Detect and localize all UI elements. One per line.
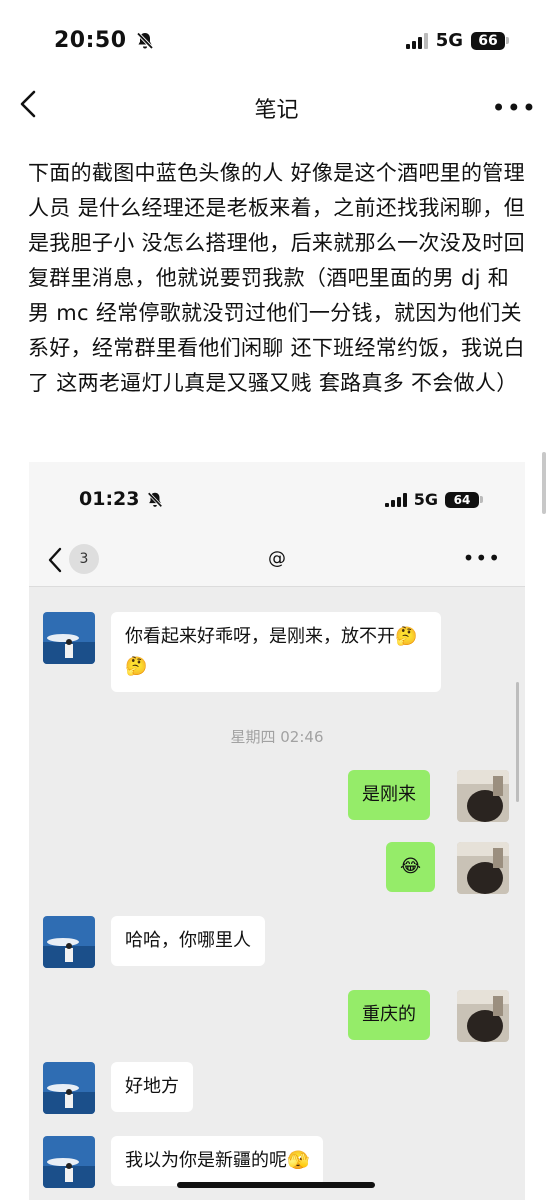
battery-icon: 66 (471, 31, 509, 50)
home-indicator[interactable] (177, 1182, 375, 1188)
chat-timestamp: 星期四 02:46 (230, 728, 324, 746)
battery-icon: 64 (445, 491, 483, 508)
embedded-chat-screenshot: 01:23 5G 64 3 @ ••• 你看起来好乖呀，是刚来，放不开🤔🤔 星期… (29, 462, 525, 1200)
message-bubble-sent[interactable]: 😂 (386, 842, 436, 892)
page-title: 笔记 (254, 98, 299, 123)
inner-status-time-text: 01:23 (79, 488, 140, 510)
message-bubble-received[interactable]: 你看起来好乖呀，是刚来，放不开🤔🤔 (111, 612, 441, 692)
status-time: 20:50 (54, 28, 155, 53)
status-time-text: 20:50 (54, 28, 127, 53)
silent-bell-icon (147, 491, 163, 507)
user-avatar[interactable] (457, 990, 509, 1042)
note-body: 下面的截图中蓝色头像的人 好像是这个酒吧里的管理人员 是什么经理还是老板来着，之… (28, 161, 525, 395)
scrollbar[interactable] (542, 452, 546, 514)
inner-status-time: 01:23 (79, 488, 164, 510)
status-indicators: 5G 66 (405, 30, 509, 51)
message-bubble-received[interactable]: 好地方 (111, 1062, 193, 1112)
contact-avatar[interactable] (43, 612, 95, 664)
silent-bell-icon (136, 32, 153, 50)
message-bubble-sent[interactable]: 是刚来 (348, 770, 430, 820)
contact-avatar[interactable] (43, 1062, 95, 1114)
network-type: 5G (435, 30, 463, 51)
contact-avatar[interactable] (43, 916, 95, 968)
cellular-signal-icon (384, 492, 407, 507)
user-avatar[interactable] (457, 770, 509, 822)
chat-title: @ (268, 548, 286, 569)
cellular-signal-icon (405, 32, 428, 49)
message-bubble-sent[interactable]: 重庆的 (348, 990, 430, 1040)
message-bubble-received[interactable]: 我以为你是新疆的呢🫣 (111, 1136, 324, 1186)
contact-avatar[interactable] (43, 1136, 95, 1188)
battery-level: 66 (471, 31, 505, 50)
inner-network-type: 5G (413, 490, 438, 509)
user-avatar[interactable] (457, 842, 509, 894)
message-bubble-received[interactable]: 哈哈，你哪里人 (111, 916, 265, 966)
inner-status-indicators: 5G 64 (384, 490, 483, 509)
chat-more-button[interactable]: ••• (463, 546, 501, 570)
more-options-button[interactable]: ••• (492, 94, 537, 122)
inner-battery-level: 64 (445, 491, 479, 508)
